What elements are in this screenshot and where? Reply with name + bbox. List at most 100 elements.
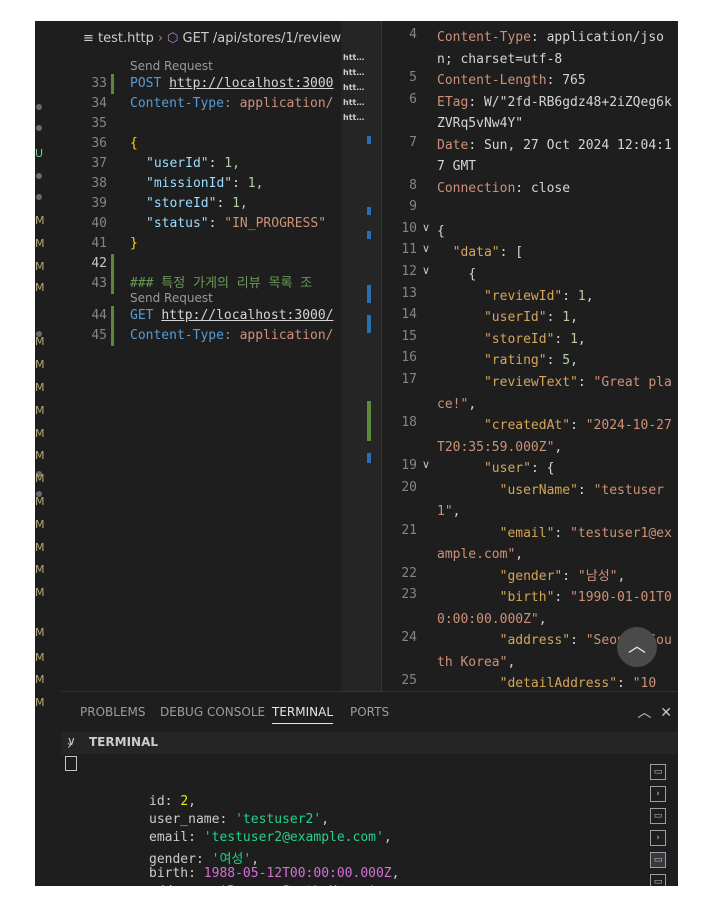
git-status-letter: M xyxy=(35,586,45,599)
code-line: 42 xyxy=(61,254,373,274)
git-status-letter: M xyxy=(35,358,45,371)
code-line: 34 Content-Type: application/ xyxy=(61,94,373,114)
minimap[interactable]: htt… htt… htt… htt… htt… xyxy=(341,21,381,691)
line-number: 15 xyxy=(401,328,417,344)
line-number: 38 xyxy=(91,176,107,191)
request-url-link[interactable]: http://localhost:3000/ xyxy=(161,308,333,323)
response-text: "userName": "testuser1", xyxy=(437,482,665,520)
terminal-icon[interactable]: ▭ xyxy=(650,764,666,780)
fold-chevron-icon[interactable]: ∨ xyxy=(422,458,430,471)
git-status-dot xyxy=(36,194,42,200)
breadcrumb-file[interactable]: test.http xyxy=(98,31,154,46)
terminal-icon[interactable]: ▭ xyxy=(650,808,666,824)
git-status-letter: M xyxy=(35,449,45,462)
line-number: 40 xyxy=(91,216,107,231)
terminal-list: ▭ › ▭ › ▭ ▭ xyxy=(638,754,678,886)
git-status-letter: M xyxy=(35,335,45,348)
header-name: Content-Type: xyxy=(130,328,232,343)
json-value: 1, xyxy=(247,176,264,191)
terminal-line: gender: '여성', xyxy=(149,852,260,867)
line-number: 25 xyxy=(401,673,417,689)
json-value: 1, xyxy=(224,156,240,171)
git-status-letter: M xyxy=(35,260,45,273)
tab-ports[interactable]: PORTS xyxy=(350,705,389,719)
close-icon[interactable]: ✕ xyxy=(660,705,672,721)
cube-icon: ⬡ xyxy=(167,31,179,46)
terminal-icon[interactable]: › xyxy=(650,786,666,802)
response-text: "createdAt": "2024-10-27T20:35:59.000Z", xyxy=(437,418,672,455)
terminal-line: address: 'Busan, South Korea', xyxy=(149,884,384,886)
line-number: 41 xyxy=(91,236,107,251)
line-number: 36 xyxy=(91,136,107,151)
response-preview-panel[interactable]: 4 Content-Type: application/json; charset… xyxy=(381,21,678,691)
code-line: 45 Content-Type: application/ xyxy=(61,326,373,346)
response-text: "storeId": 1, xyxy=(483,331,586,347)
tab-debug-console[interactable]: DEBUG CONSOLE xyxy=(160,705,265,719)
git-status-letter: M xyxy=(35,472,45,485)
line-number: 19 xyxy=(401,458,417,473)
git-status-letter: U xyxy=(35,147,44,160)
chevron-right-icon[interactable]: › xyxy=(67,738,72,752)
response-text: { xyxy=(437,223,445,239)
git-status-letter: M xyxy=(35,541,45,554)
scroll-to-top-button[interactable]: ︿ xyxy=(617,627,657,667)
panel-side-icons: › xyxy=(61,738,87,886)
code-line: 43 ### 특정 가게의 리뷰 목록 조 xyxy=(61,274,373,294)
terminal-icon[interactable]: › xyxy=(650,830,666,846)
minimap-tab-label: htt… xyxy=(343,98,365,107)
line-number: 4 xyxy=(409,27,417,42)
fold-chevron-icon[interactable]: ∨ xyxy=(422,221,430,234)
terminal-icon[interactable]: ▭ xyxy=(650,852,666,868)
terminal-icon[interactable]: ▭ xyxy=(650,874,666,886)
send-request-codelens[interactable]: Send Request xyxy=(130,291,213,305)
line-number: 22 xyxy=(401,565,417,581)
git-status-letter: M xyxy=(35,626,45,639)
document-icon[interactable] xyxy=(65,756,77,771)
line-number: 13 xyxy=(401,285,417,301)
git-status-letter: M xyxy=(35,563,45,576)
terminal-section-header[interactable]: ∨ TERMINAL xyxy=(61,732,678,754)
code-line: 44 GET http://localhost:3000/ xyxy=(61,306,373,326)
fold-chevron-icon[interactable]: ∨ xyxy=(422,264,430,277)
line-number: 8 xyxy=(409,177,417,193)
minimap-marker xyxy=(367,453,371,463)
git-status-letter: M xyxy=(35,495,45,508)
tab-terminal[interactable]: TERMINAL xyxy=(272,705,334,724)
terminal-line: id: 2, xyxy=(149,794,196,809)
http-method: GET xyxy=(130,308,154,323)
line-number: 35 xyxy=(91,116,107,131)
code-line: 39 "storeId": 1, xyxy=(61,194,373,214)
git-status-letter: M xyxy=(35,237,45,250)
fold-chevron-icon[interactable]: ∨ xyxy=(422,242,430,255)
request-url-link[interactable]: http://localhost:3000 xyxy=(169,76,333,91)
line-number: 9 xyxy=(409,199,417,215)
code-line: 33 POST http://localhost:3000 xyxy=(61,74,373,94)
send-request-codelens[interactable]: Send Request xyxy=(130,59,213,73)
header-name: Content-Type: xyxy=(130,96,232,111)
terminal-line: birth: 1988-05-12T00:00:00.000Z, xyxy=(149,866,400,881)
json-key: "storeId" xyxy=(146,196,217,211)
minimap-marker xyxy=(367,285,371,303)
code-line: 35 xyxy=(61,114,373,134)
response-text: "user": { xyxy=(483,461,555,476)
line-number: 45 xyxy=(91,328,107,343)
response-text: "userId": 1, xyxy=(483,310,578,326)
minimap-tab-label: htt… xyxy=(343,68,365,77)
tab-problems[interactable]: PROBLEMS xyxy=(80,705,146,719)
json-brace: { xyxy=(130,136,138,151)
git-status-dot xyxy=(36,173,42,179)
chevron-up-icon[interactable]: ︿ xyxy=(637,705,651,721)
response-text: Content-Length: 765 xyxy=(437,73,586,88)
git-status-dot xyxy=(36,104,42,110)
json-brace: } xyxy=(130,236,138,251)
line-number: 33 xyxy=(91,76,107,91)
minimap-marker xyxy=(367,136,371,144)
change-marker xyxy=(111,74,114,94)
git-status-letter: M xyxy=(35,427,45,440)
git-status-letter: M xyxy=(35,404,45,417)
http-file-editor[interactable]: ≡ test.http›⬡ GET /api/stores/1/reviews?… xyxy=(61,21,373,691)
git-status-dot xyxy=(36,125,42,131)
line-number: 24 xyxy=(401,630,417,646)
json-key: "missionId" xyxy=(146,176,233,191)
git-status-letter: M xyxy=(35,381,45,394)
